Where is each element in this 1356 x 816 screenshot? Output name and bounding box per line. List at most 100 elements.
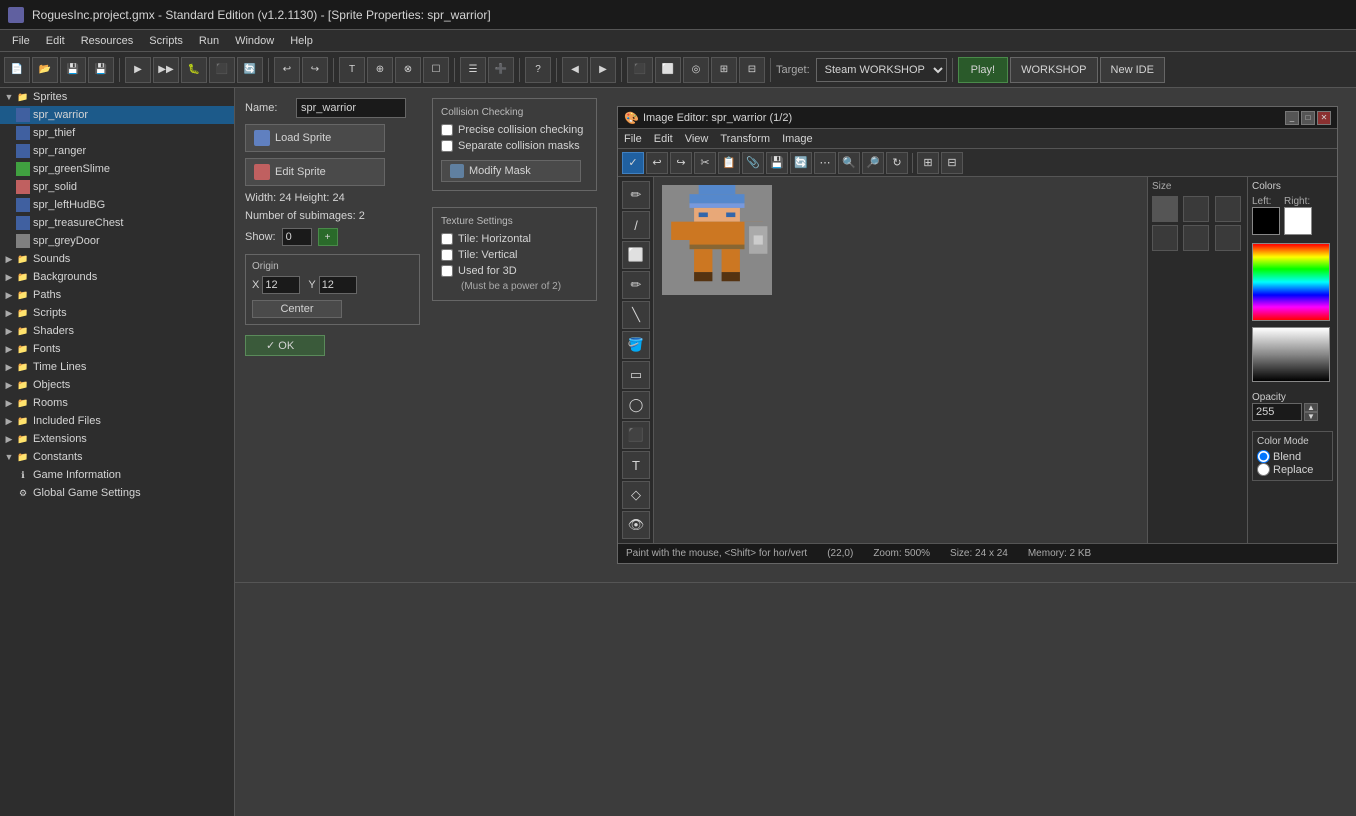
ie-confirm-btn[interactable]: ✓ [622,152,644,174]
toolbar-undo[interactable]: ↩ [274,57,300,83]
menu-resources[interactable]: Resources [73,33,142,49]
sidebar-item-spr-greydoor[interactable]: spr_greyDoor [0,232,234,250]
sidebar-item-sounds[interactable]: ▶ 📁 Sounds [0,250,234,268]
blend-radio[interactable] [1257,450,1270,463]
tool-eraser[interactable]: ⬜ [622,241,650,269]
tool-line[interactable]: / [622,211,650,239]
sidebar-item-fonts[interactable]: ▶ 📁 Fonts [0,340,234,358]
minimize-button[interactable]: _ [1285,111,1299,125]
sidebar-item-spr-ranger[interactable]: spr_ranger [0,142,234,160]
target-dropdown[interactable]: Steam WORKSHOP Windows Mac OS X [816,58,947,82]
sidebar-item-paths[interactable]: ▶ 📁 Paths [0,286,234,304]
sidebar-item-scripts[interactable]: ▶ 📁 Scripts [0,304,234,322]
modify-mask-button[interactable]: Modify Mask [441,160,581,182]
toolbar-open[interactable]: 📂 [32,57,58,83]
ok-button[interactable]: ✓ OK [245,335,325,356]
menu-window[interactable]: Window [227,33,282,49]
opacity-up-btn[interactable]: ▲ [1304,403,1318,412]
sidebar-item-spr-lefthud[interactable]: spr_leftHudBG [0,196,234,214]
show-increment-button[interactable]: + [318,228,338,246]
ie-save-btn[interactable]: 💾 [766,152,788,174]
maximize-button[interactable]: □ [1301,111,1315,125]
sidebar-item-included-files[interactable]: ▶ 📁 Included Files [0,412,234,430]
ie-menu-image[interactable]: Image [782,133,813,145]
size-btn-5[interactable] [1183,225,1209,251]
separate-masks-checkbox[interactable] [441,140,453,152]
ie-grid-btn[interactable]: ⊞ [917,152,939,174]
new-ide-button[interactable]: New IDE [1100,57,1165,83]
menu-run[interactable]: Run [191,33,227,49]
tool-slash[interactable]: ╲ [622,301,650,329]
center-button[interactable]: Center [252,300,342,318]
sidebar-item-backgrounds[interactable]: ▶ 📁 Backgrounds [0,268,234,286]
ie-dots-btn[interactable]: ⋯ [814,152,836,174]
used-3d-checkbox[interactable] [441,265,453,277]
sidebar-item-spr-greenslime[interactable]: spr_greenSlime [0,160,234,178]
toolbar-run2[interactable]: ▶▶ [153,57,179,83]
sidebar-item-timelines[interactable]: ▶ 📁 Time Lines [0,358,234,376]
sidebar-item-objects[interactable]: ▶ 📁 Objects [0,376,234,394]
toolbar-prev[interactable]: ◀ [562,57,588,83]
origin-y-input[interactable] [319,276,357,294]
menu-help[interactable]: Help [282,33,321,49]
ie-cut-btn[interactable]: ✂ [694,152,716,174]
sidebar-item-extensions[interactable]: ▶ 📁 Extensions [0,430,234,448]
ie-zoom-in-btn[interactable]: 🔎 [862,152,884,174]
replace-radio[interactable] [1257,463,1270,476]
tool-select[interactable]: ⬛ [622,421,650,449]
tool-eye[interactable]: 👁 [622,511,650,539]
toolbar-misc4[interactable]: ☐ [423,57,449,83]
ie-refresh2-btn[interactable]: ↻ [886,152,908,174]
ie-undo-btn[interactable]: ↩ [646,152,668,174]
toolbar-forward[interactable]: ▶ [590,57,616,83]
toolbar-help[interactable]: ? [525,57,551,83]
size-btn-6[interactable] [1215,225,1241,251]
precise-collision-checkbox[interactable] [441,124,453,136]
menu-edit[interactable]: Edit [38,33,73,49]
toolbar-debug[interactable]: 🐛 [181,57,207,83]
toolbar-redo[interactable]: ↪ [302,57,328,83]
toolbar-more4[interactable]: ⊞ [711,57,737,83]
origin-x-input[interactable] [262,276,300,294]
tool-circle[interactable]: ◯ [622,391,650,419]
load-sprite-button[interactable]: Load Sprite [245,124,385,152]
tool-rect[interactable]: ▭ [622,361,650,389]
toolbar-run[interactable]: ▶ [125,57,151,83]
close-button[interactable]: ✕ [1317,111,1331,125]
tile-v-checkbox[interactable] [441,249,453,261]
sidebar-item-spr-thief[interactable]: spr_thief [0,124,234,142]
tile-h-checkbox[interactable] [441,233,453,245]
left-color-swatch[interactable] [1252,207,1280,235]
size-btn-1[interactable] [1152,196,1178,222]
workshop-button[interactable]: WORKSHOP [1010,57,1097,83]
sidebar-item-spr-warrior[interactable]: spr_warrior [0,106,234,124]
size-btn-4[interactable] [1152,225,1178,251]
toolbar-more3[interactable]: ◎ [683,57,709,83]
sidebar-item-shaders[interactable]: ▶ 📁 Shaders [0,322,234,340]
sidebar-item-rooms[interactable]: ▶ 📁 Rooms [0,394,234,412]
ie-menu-transform[interactable]: Transform [720,133,770,145]
sidebar-item-game-info[interactable]: ℹ Game Information [0,466,234,484]
tool-fill[interactable]: 🪣 [622,331,650,359]
toolbar-stop[interactable]: ⬛ [209,57,235,83]
toolbar-misc2[interactable]: ⊕ [367,57,393,83]
toolbar-more5[interactable]: ⊟ [739,57,765,83]
sidebar-item-spr-treasure[interactable]: spr_treasureChest [0,214,234,232]
ie-refresh-btn[interactable]: 🔄 [790,152,812,174]
ie-zoom-out-btn[interactable]: 🔍 [838,152,860,174]
sidebar-item-spr-solid[interactable]: spr_solid [0,178,234,196]
ie-menu-view[interactable]: View [685,133,709,145]
play-button[interactable]: Play! [958,57,1008,83]
toolbar-save2[interactable]: 💾 [88,57,114,83]
toolbar-misc3[interactable]: ⊗ [395,57,421,83]
ie-menu-edit[interactable]: Edit [654,133,673,145]
opacity-down-btn[interactable]: ▼ [1304,412,1318,421]
toolbar-new[interactable]: 📄 [4,57,30,83]
toolbar-misc1[interactable]: T [339,57,365,83]
ie-more-btn[interactable]: ⊟ [941,152,963,174]
color-palette[interactable] [1252,243,1330,321]
toolbar-more2[interactable]: ⬜ [655,57,681,83]
tool-diamond[interactable]: ◇ [622,481,650,509]
toolbar-ext1[interactable]: ☰ [460,57,486,83]
right-color-swatch[interactable] [1284,207,1312,235]
